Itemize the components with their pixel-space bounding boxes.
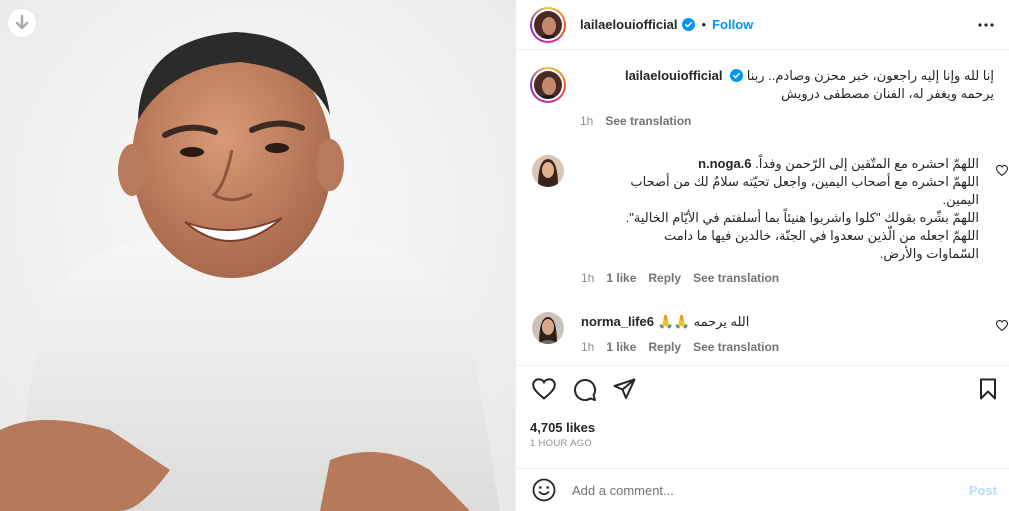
commenter-avatar[interactable] <box>532 155 564 187</box>
author-photo <box>534 10 562 39</box>
comment-age: 1h <box>581 271 595 285</box>
comment-reply-button[interactable]: Reply <box>648 271 681 285</box>
comment-text-line-6: السّماوات والأرض. <box>879 246 979 261</box>
comment-likes[interactable]: 1 like <box>606 271 636 285</box>
caption-see-translation[interactable]: See translation <box>605 114 691 128</box>
comment-icon[interactable] <box>573 378 597 402</box>
comment-line: norma_life6 الله يرحمه 🙏🙏 <box>581 313 781 331</box>
more-options-icon[interactable] <box>977 18 995 32</box>
caption-line-2: يرحمه ويغفر له، الفنان مصطفى درويش <box>781 86 994 101</box>
post-timestamp: 1 HOUR AGO <box>530 438 593 449</box>
caption-text-1: إنا لله وإنا إليه راجعون، خبر محزن وصادم… <box>746 68 994 83</box>
post-action-bar <box>516 365 1009 415</box>
author-username[interactable]: lailaelouiofficial <box>580 17 678 32</box>
commenter-username[interactable]: n.noga.6 <box>698 156 751 171</box>
comment-heart-icon[interactable] <box>996 165 1008 176</box>
comment-item: اللهمّ احشره مع المتّقين إلى الرّحمن وفد… <box>532 155 1008 285</box>
post-photo[interactable] <box>0 0 516 511</box>
comment-body: اللهمّ احشره مع المتّقين إلى الرّحمن وفد… <box>581 155 979 285</box>
comment-line: اللهمّ احشره مع المتّقين إلى الرّحمن وفد… <box>581 155 979 173</box>
verified-badge-icon <box>681 18 695 31</box>
post-comment-button[interactable]: Post <box>969 483 997 498</box>
instagram-post-view: lailaelouiofficial • Follow إنا لله وإنا… <box>0 0 1009 511</box>
follow-button[interactable]: Follow <box>712 17 753 32</box>
comment-text-line-2: اللهمّ احشره مع أصحاب اليمين، واجعل تحيّ… <box>630 174 979 189</box>
caption-username-text[interactable]: lailaelouiofficial <box>625 68 723 83</box>
likes-count[interactable]: 4,705 likes <box>530 420 595 435</box>
bookmark-icon[interactable] <box>979 378 997 400</box>
caption-author-photo <box>534 71 562 99</box>
post-caption: إنا لله وإنا إليه راجعون، خبر محزن وصادم… <box>530 67 1000 128</box>
comment-text-line-1: اللهمّ احشره مع المتّقين إلى الرّحمن وفد… <box>755 156 979 171</box>
comment-likes[interactable]: 1 like <box>606 340 636 354</box>
comment-heart-icon[interactable] <box>996 320 1008 331</box>
comment-meta: 1h 1 like Reply See translation <box>581 340 781 354</box>
commenter-photo <box>532 155 564 187</box>
commenter-avatar[interactable] <box>532 312 564 344</box>
post-side-panel: lailaelouiofficial • Follow إنا لله وإنا… <box>516 0 1009 511</box>
verified-badge-icon <box>730 69 744 82</box>
commenter-photo <box>532 312 564 344</box>
comment-reply-button[interactable]: Reply <box>648 340 681 354</box>
share-icon[interactable] <box>613 378 636 400</box>
post-header: lailaelouiofficial • Follow <box>516 0 1009 50</box>
comment-item: norma_life6 الله يرحمه 🙏🙏 1h 1 like Repl… <box>532 310 1008 358</box>
comment-age: 1h <box>581 340 595 354</box>
caption-username[interactable]: lailaelouiofficial <box>625 68 744 83</box>
comment-body: norma_life6 الله يرحمه 🙏🙏 1h 1 like Repl… <box>581 313 781 354</box>
add-comment-bar: Post <box>516 468 1009 511</box>
comment-text-line-4: اللهمّ بشّره بقولك "كلوا واشربوا هنيئاً … <box>625 210 979 225</box>
comment-meta: 1h 1 like Reply See translation <box>581 271 979 285</box>
caption-line-1: إنا لله وإنا إليه راجعون، خبر محزن وصادم… <box>580 67 994 85</box>
header-separator: • <box>701 17 707 32</box>
caption-author-avatar[interactable] <box>530 67 566 103</box>
comment-input[interactable] <box>572 482 952 498</box>
comment-see-translation[interactable]: See translation <box>693 271 779 285</box>
caption-age: 1h <box>580 114 594 128</box>
man-in-white-tshirt-image <box>0 0 515 511</box>
comment-text-line-3: اليمين. <box>942 192 979 207</box>
comment-text-line-5: اللهمّ اجعله من الّذين سعدوا في الجنّة، … <box>663 228 979 243</box>
comment-text: الله يرحمه 🙏🙏 <box>657 314 750 329</box>
download-button[interactable] <box>7 8 37 38</box>
comment-see-translation[interactable]: See translation <box>693 340 779 354</box>
emoji-icon[interactable] <box>532 478 556 502</box>
author-avatar[interactable] <box>530 6 566 43</box>
caption-meta: 1h See translation <box>580 114 994 128</box>
commenter-username[interactable]: norma_life6 <box>581 314 654 329</box>
heart-icon[interactable] <box>532 378 556 400</box>
download-arrow-icon <box>15 15 29 30</box>
